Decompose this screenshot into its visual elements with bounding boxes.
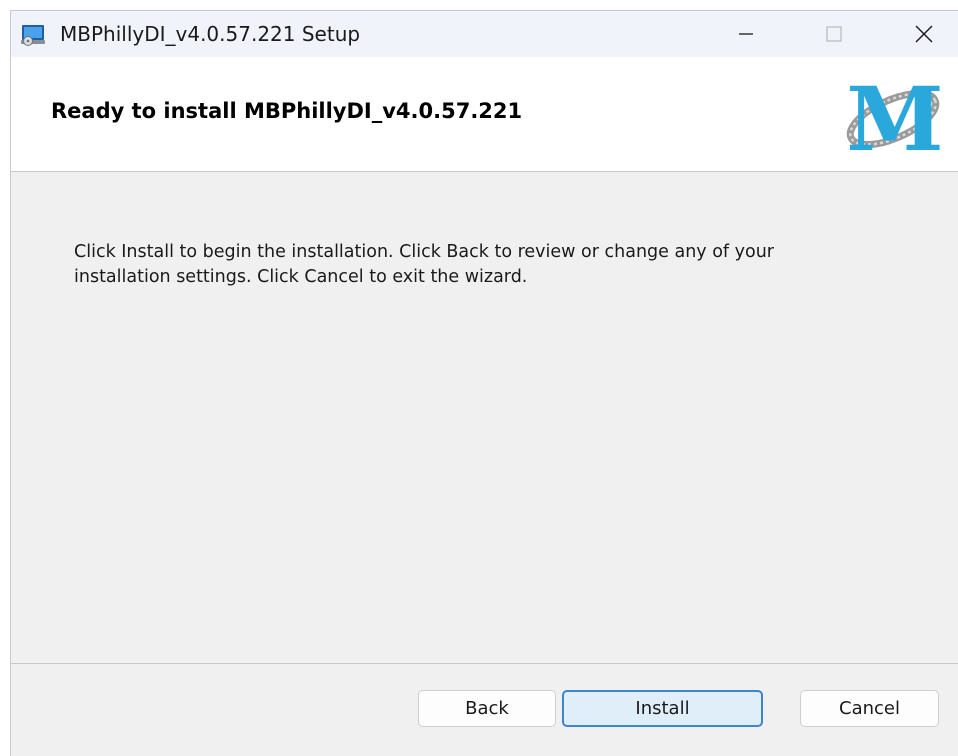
close-icon — [915, 25, 933, 43]
page-title: Ready to install MBPhillyDI_v4.0.57.221 — [51, 99, 523, 123]
cancel-button[interactable]: Cancel — [800, 690, 939, 727]
installer-window: MBPhillyDI_v4.0.57.221 Setup Ready to in… — [10, 10, 958, 756]
maximize-icon — [826, 26, 842, 42]
installer-app-icon — [21, 25, 45, 46]
install-button[interactable]: Install — [562, 690, 763, 727]
maximize-button — [804, 11, 864, 57]
company-logo: M — [846, 71, 943, 157]
back-button[interactable]: Back — [418, 690, 556, 727]
window-title: MBPhillyDI_v4.0.57.221 Setup — [60, 22, 361, 46]
header-banner: Ready to install MBPhillyDI_v4.0.57.221 … — [11, 57, 958, 172]
instructions-line-2: installation settings. Click Cancel to e… — [74, 267, 528, 287]
logo-letter: M — [846, 71, 943, 157]
instructions-text: Click Install to begin the installation.… — [74, 240, 854, 290]
close-button[interactable] — [894, 11, 954, 57]
footer-divider — [11, 663, 958, 664]
instructions-line-1: Click Install to begin the installation.… — [74, 242, 774, 262]
minimize-button[interactable] — [716, 11, 776, 57]
minimize-icon — [739, 33, 753, 35]
title-bar[interactable]: MBPhillyDI_v4.0.57.221 Setup — [11, 11, 958, 57]
